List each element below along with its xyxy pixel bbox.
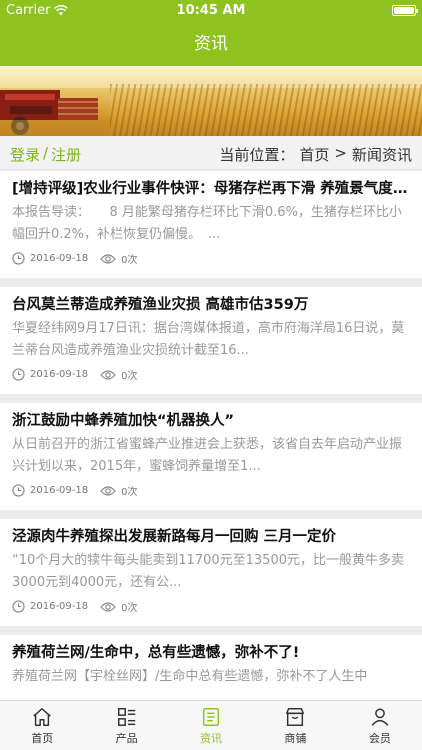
auth-links: 登录 / 注册 (10, 144, 81, 165)
news-view-count: 0次 (121, 255, 138, 266)
news-title[interactable]: [增持评级]农业行业事件快评：母猪存栏再下滑 养殖景气度上行 (12, 177, 410, 198)
news-views: 0次 (100, 599, 138, 614)
eye-icon (100, 253, 116, 264)
clock-icon (12, 600, 25, 613)
eye-icon (100, 369, 116, 380)
breadcrumb-arrow: > (334, 144, 347, 162)
nav-bar: 资讯 (0, 22, 422, 66)
news-summary: 华夏经纬网9月17日讯：据台湾媒体报道，高市府海洋局16日说，莫兰蒂台风造成养殖… (12, 321, 405, 358)
clock: 10:45 AM (176, 3, 246, 18)
clock-icon (12, 368, 25, 381)
clock-icon (12, 484, 25, 497)
member-icon (371, 708, 389, 726)
tab-home-label: 首页 (31, 732, 54, 745)
news-item[interactable]: [增持评级]农业行业事件快评：母猪存栏再下滑 养殖景气度上行 本报告导读： 8 … (0, 171, 422, 278)
battery-icon (392, 5, 418, 16)
wheat-harvest-banner (0, 66, 422, 136)
news-meta: 2016-09-18 0次 (12, 483, 138, 498)
auth-separator: / (43, 144, 49, 162)
news-views: 0次 (100, 367, 138, 382)
news-meta: 2016-09-18 0次 (12, 251, 138, 266)
news-date: 2016-09-18 (30, 369, 89, 380)
news-view-count: 0次 (121, 371, 138, 382)
news-views: 0次 (100, 251, 138, 266)
tab-home[interactable]: 首页 (0, 701, 84, 750)
tab-news[interactable]: 资讯 (169, 701, 253, 750)
tab-products-label: 产品 (115, 732, 138, 745)
news-title[interactable]: 泾源肉牛养殖探出发展新路每月一回购 三月一定价 (12, 525, 410, 546)
breadcrumb-bar: 登录 / 注册 当前位置： 首页 > 新闻资讯 (0, 136, 422, 170)
breadcrumb-label: 当前位置： (219, 146, 295, 164)
page-title: 资讯 (194, 34, 228, 54)
harvester-image (0, 90, 110, 136)
breadcrumb-home-link[interactable]: 首页 (299, 144, 329, 165)
tab-news-label: 资讯 (200, 732, 223, 745)
shop-icon (286, 708, 305, 726)
news-views: 0次 (100, 483, 138, 498)
news-item[interactable]: 养殖荷兰网/生命中，总有些遗憾，弥补不了! 养殖荷兰网【宇栓丝网】/生命中总有些… (0, 635, 422, 700)
login-link[interactable]: 登录 (10, 144, 40, 165)
news-summary: 养殖荷兰网【宇栓丝网】/生命中总有些遗憾，弥补不了人生中 (12, 669, 368, 684)
product-list-icon (117, 708, 135, 726)
tab-shop[interactable]: 商铺 (253, 701, 337, 750)
news-item[interactable]: 台风莫兰蒂造成养殖渔业灾损 高雄市估359万 华夏经纬网9月17日讯：据台湾媒体… (0, 287, 422, 394)
bottom-tab-bar: 首页 产品 资讯 商铺 会员 (0, 700, 422, 750)
tab-member[interactable]: 会员 (338, 701, 422, 750)
news-date: 2016-09-18 (30, 253, 89, 264)
news-date: 2016-09-18 (30, 601, 89, 612)
news-date: 2016-09-18 (30, 485, 89, 496)
home-icon (33, 708, 51, 726)
news-title[interactable]: 养殖荷兰网/生命中，总有些遗憾，弥补不了! (12, 641, 410, 662)
eye-icon (100, 485, 116, 496)
tab-member-label: 会员 (368, 732, 391, 745)
tab-products[interactable]: 产品 (84, 701, 168, 750)
news-summary: 从日前召开的浙江省蜜蜂产业推进会上获悉，该省自去年启动产业振兴计划以来，2015… (12, 437, 403, 474)
register-link[interactable]: 注册 (51, 144, 81, 165)
eye-icon (100, 601, 116, 612)
news-meta: 2016-09-18 0次 (12, 599, 138, 614)
news-view-count: 0次 (121, 487, 138, 498)
status-bar: Carrier 10:45 AM (0, 0, 422, 22)
news-summary: “10个月大的犊牛每头能卖到11700元至13500元，比一般黄牛多卖3000元… (12, 553, 404, 590)
news-title[interactable]: 台风莫兰蒂造成养殖渔业灾损 高雄市估359万 (12, 293, 410, 314)
breadcrumb: 当前位置： 首页 > 新闻资讯 (219, 144, 412, 165)
news-icon (202, 708, 220, 726)
news-meta: 2016-09-18 0次 (12, 367, 138, 382)
news-title[interactable]: 浙江鼓励中蜂养殖加快“机器换人” (12, 409, 410, 430)
clock-icon (12, 252, 25, 265)
news-view-count: 0次 (121, 603, 138, 614)
news-summary: 本报告导读： 8 月能繁母猪存栏环比下滑0.6%，生猪存栏环比小幅回升0.2%，… (12, 205, 402, 242)
news-item[interactable]: 浙江鼓励中蜂养殖加快“机器换人” 从日前召开的浙江省蜜蜂产业推进会上获悉，该省自… (0, 403, 422, 510)
breadcrumb-current: 新闻资讯 (351, 146, 412, 164)
tab-shop-label: 商铺 (284, 732, 307, 745)
banner-wheat-field (110, 84, 422, 136)
news-item[interactable]: 泾源肉牛养殖探出发展新路每月一回购 三月一定价 “10个月大的犊牛每头能卖到11… (0, 519, 422, 626)
